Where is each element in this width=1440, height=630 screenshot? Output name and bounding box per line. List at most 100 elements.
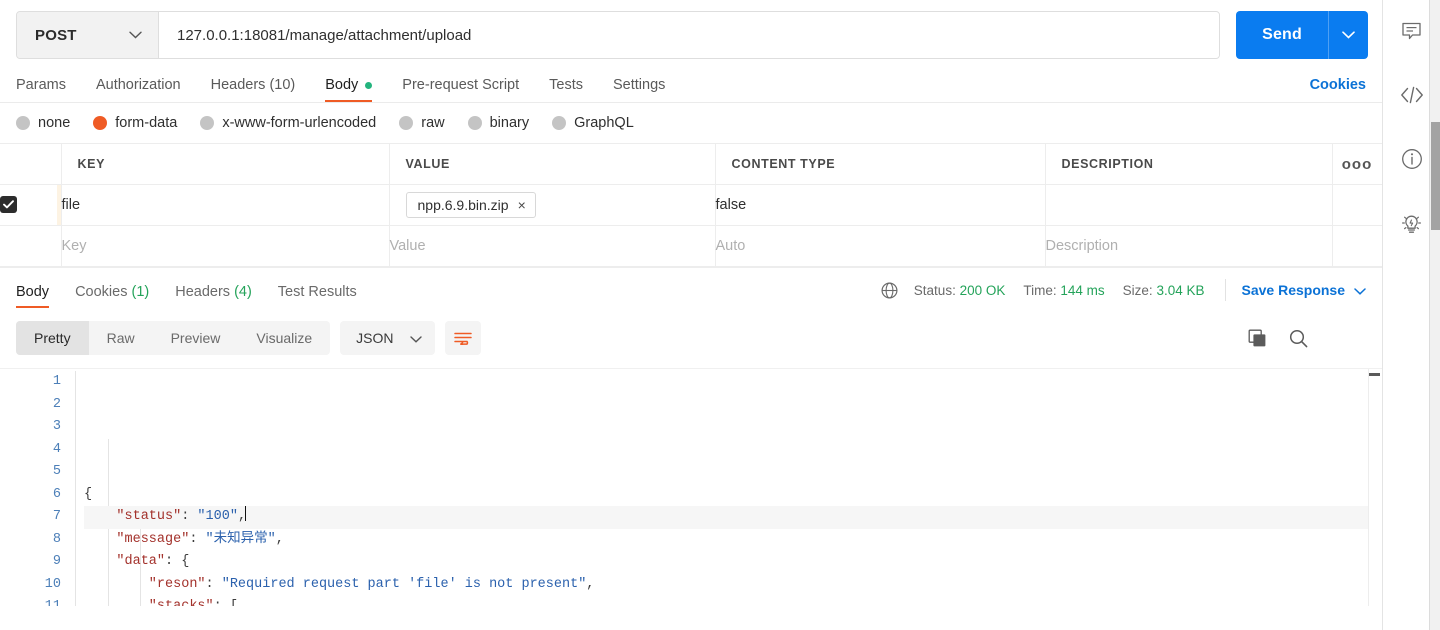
search-icon[interactable] (1289, 329, 1308, 348)
table-row: file npp.6.9.bin.zip × false (0, 184, 1382, 226)
tab-pre-request-script[interactable]: Pre-request Script (402, 77, 519, 102)
tab-body[interactable]: Body (325, 77, 373, 102)
body-mode-x-www-form-urlencoded[interactable]: x-www-form-urlencoded (200, 115, 376, 131)
tab-authorization[interactable]: Authorization (96, 77, 181, 102)
body-mode-form-data[interactable]: form-data (93, 115, 177, 131)
scrollbar-thumb[interactable] (1369, 373, 1380, 376)
send-button[interactable]: Send (1236, 11, 1328, 59)
header-checkbox-cell (0, 143, 62, 185)
http-method-dropdown[interactable]: POST (17, 12, 159, 58)
response-view-toolbar: Pretty Raw Preview Visualize JSON (0, 308, 1382, 368)
empty-content-type-cell[interactable]: Auto (715, 225, 1046, 267)
code-line[interactable]: "data": { (84, 551, 1382, 574)
cookies-link[interactable]: Cookies (1310, 77, 1366, 93)
code-token: : (189, 531, 206, 547)
status-label: Status: (913, 282, 956, 298)
code-token: , (275, 531, 284, 547)
copy-icon[interactable] (1248, 329, 1267, 348)
response-tab-cookies[interactable]: Cookies (1) (75, 284, 149, 308)
code-line[interactable]: "message": "未知异常", (84, 529, 1382, 552)
send-button-group: Send (1236, 11, 1368, 59)
wrap-lines-button[interactable] (444, 321, 481, 355)
code-token: "data" (84, 554, 166, 569)
row-key-cell[interactable]: file (61, 184, 390, 226)
response-meta: Status: 200 OK Time: 144 ms Size: 3.04 K… (881, 279, 1366, 301)
line-number: 7 (52, 509, 61, 524)
view-mode-pretty[interactable]: Pretty (16, 321, 89, 355)
code-token: : (205, 576, 222, 592)
response-tab-headers[interactable]: Headers (4) (175, 284, 252, 308)
save-response-label: Save Response (1241, 282, 1346, 298)
empty-value-cell[interactable]: Value (389, 225, 716, 267)
format-dropdown[interactable]: JSON (340, 321, 435, 355)
response-body-editor[interactable]: 1 2 3 4 5 6 7 8 9 10 11 { "status": "100", "messag… (0, 368, 1382, 606)
view-mode-preview[interactable]: Preview (153, 321, 239, 355)
size-value: 3.04 KB (1156, 282, 1205, 298)
code-line[interactable]: "reson": "Required request part 'file' i… (84, 574, 1382, 597)
chevron-down-icon (1354, 282, 1366, 298)
line-number: 2 (52, 396, 61, 412)
tab-tests[interactable]: Tests (549, 77, 583, 102)
info-icon[interactable] (1393, 140, 1431, 178)
lightbulb-icon[interactable] (1393, 204, 1431, 242)
tab-label: Tests (549, 77, 583, 93)
page-scrollbar-thumb[interactable] (1431, 122, 1440, 230)
response-tabs: Body Cookies (1) Headers (4) Test Result… (0, 267, 1382, 308)
code-content[interactable]: { "status": "100", "message": "未知异常", "d… (74, 371, 1382, 606)
send-options-dropdown[interactable] (1328, 11, 1368, 59)
line-number: 10 (44, 576, 61, 592)
code-token: , (586, 576, 595, 592)
tab-label: Authorization (95, 77, 181, 93)
code-token: "status" (84, 509, 182, 524)
body-mode-raw[interactable]: raw (399, 115, 445, 131)
row-content-type-cell[interactable]: false (715, 184, 1046, 226)
main-panel: POST Send Params Authorization Headers (… (0, 0, 1382, 630)
view-mode-visualize[interactable]: Visualize (238, 321, 330, 355)
body-mode-graphql[interactable]: GraphQL (552, 115, 634, 131)
code-token: "100" (197, 509, 238, 524)
tab-label: Pre-request Script (402, 77, 520, 93)
line-number: 1 (52, 374, 61, 389)
response-tab-body[interactable]: Body (16, 284, 50, 308)
time-value: 144 ms (1060, 282, 1105, 298)
header-content-type: CONTENT TYPE (715, 143, 1046, 185)
code-line[interactable]: "stacks": [ (84, 596, 1382, 606)
radio-icon (200, 116, 215, 130)
row-checkbox[interactable] (0, 196, 17, 213)
row-value-cell[interactable]: npp.6.9.bin.zip × (389, 184, 716, 226)
empty-description-cell[interactable]: Description (1045, 225, 1333, 267)
tab-settings[interactable]: Settings (613, 77, 665, 102)
save-response-button[interactable]: Save Response (1242, 282, 1367, 298)
response-actions (1248, 329, 1308, 348)
code-line[interactable]: "status": "100", (84, 506, 1382, 529)
body-mode-binary[interactable]: binary (467, 115, 529, 131)
row-description-cell[interactable] (1045, 184, 1333, 226)
close-icon[interactable]: × (518, 198, 526, 212)
code-token: "Required request part 'file' is not pre… (221, 576, 587, 592)
code-token: : [ (214, 599, 238, 606)
body-mode-none[interactable]: none (16, 115, 70, 131)
text-cursor (245, 506, 247, 521)
code-icon[interactable] (1393, 76, 1431, 114)
page-scrollbar[interactable] (1429, 0, 1440, 630)
size-block: Size: 3.04 KB (1123, 283, 1205, 298)
request-url-input[interactable] (159, 12, 1220, 58)
tab-headers[interactable]: Headers (10) (211, 77, 296, 102)
response-tab-test-results[interactable]: Test Results (278, 284, 357, 308)
editor-scrollbar[interactable] (1368, 369, 1382, 606)
comment-icon[interactable] (1393, 12, 1431, 50)
status-block: Status: 200 OK (914, 283, 1006, 298)
form-data-table: KEY VALUE CONTENT TYPE DESCRIPTION ooo B… (0, 143, 1382, 267)
row-more-cell (1332, 184, 1382, 226)
body-mode-label: form-data (115, 115, 178, 131)
code-line[interactable]: { (84, 484, 1382, 507)
view-mode-raw[interactable]: Raw (89, 321, 153, 355)
radio-icon (467, 116, 482, 130)
table-more-options-button[interactable]: ooo (1332, 143, 1382, 185)
empty-key-cell[interactable]: Key (61, 225, 390, 267)
header-description: DESCRIPTION (1045, 143, 1333, 185)
tab-label: Settings (613, 77, 666, 93)
line-number: 11 (0, 596, 61, 606)
method-url-group: POST (16, 11, 1221, 59)
tab-params[interactable]: Params (16, 77, 66, 102)
